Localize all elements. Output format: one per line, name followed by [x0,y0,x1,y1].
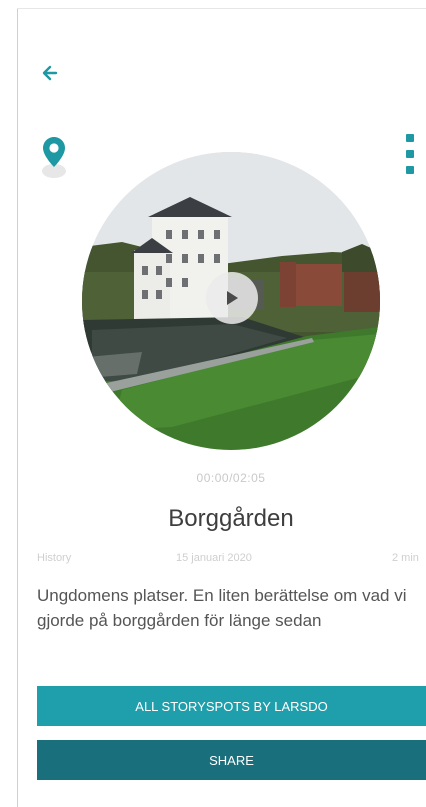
arrow-left-icon [42,65,58,81]
share-button[interactable]: SHARE [37,740,426,780]
more-options-button[interactable] [400,134,420,174]
play-button[interactable] [206,272,258,324]
share-label: SHARE [209,752,254,768]
location-button[interactable] [38,136,70,184]
back-button[interactable] [37,60,63,86]
story-description: Ungdomens platser. En liten berättelse o… [37,586,407,630]
more-vertical-icon-dot [406,166,414,174]
story-date: 15 januari 2020 [176,552,252,564]
story-category: History [37,552,72,564]
all-storyspots-label: ALL STORYSPOTS BY LARSDO [135,698,328,714]
frame-border-left [17,8,18,807]
story-title: Borggården [168,505,294,532]
more-vertical-icon [406,134,414,142]
play-icon [227,291,238,305]
all-storyspots-button[interactable]: ALL STORYSPOTS BY LARSDO [37,686,426,726]
location-pin-icon [43,137,65,167]
frame-border-top [17,8,426,9]
audio-timecode: 00:00/02:05 [196,471,266,485]
story-duration: 2 min [392,552,419,564]
more-vertical-icon-dot [406,150,414,158]
